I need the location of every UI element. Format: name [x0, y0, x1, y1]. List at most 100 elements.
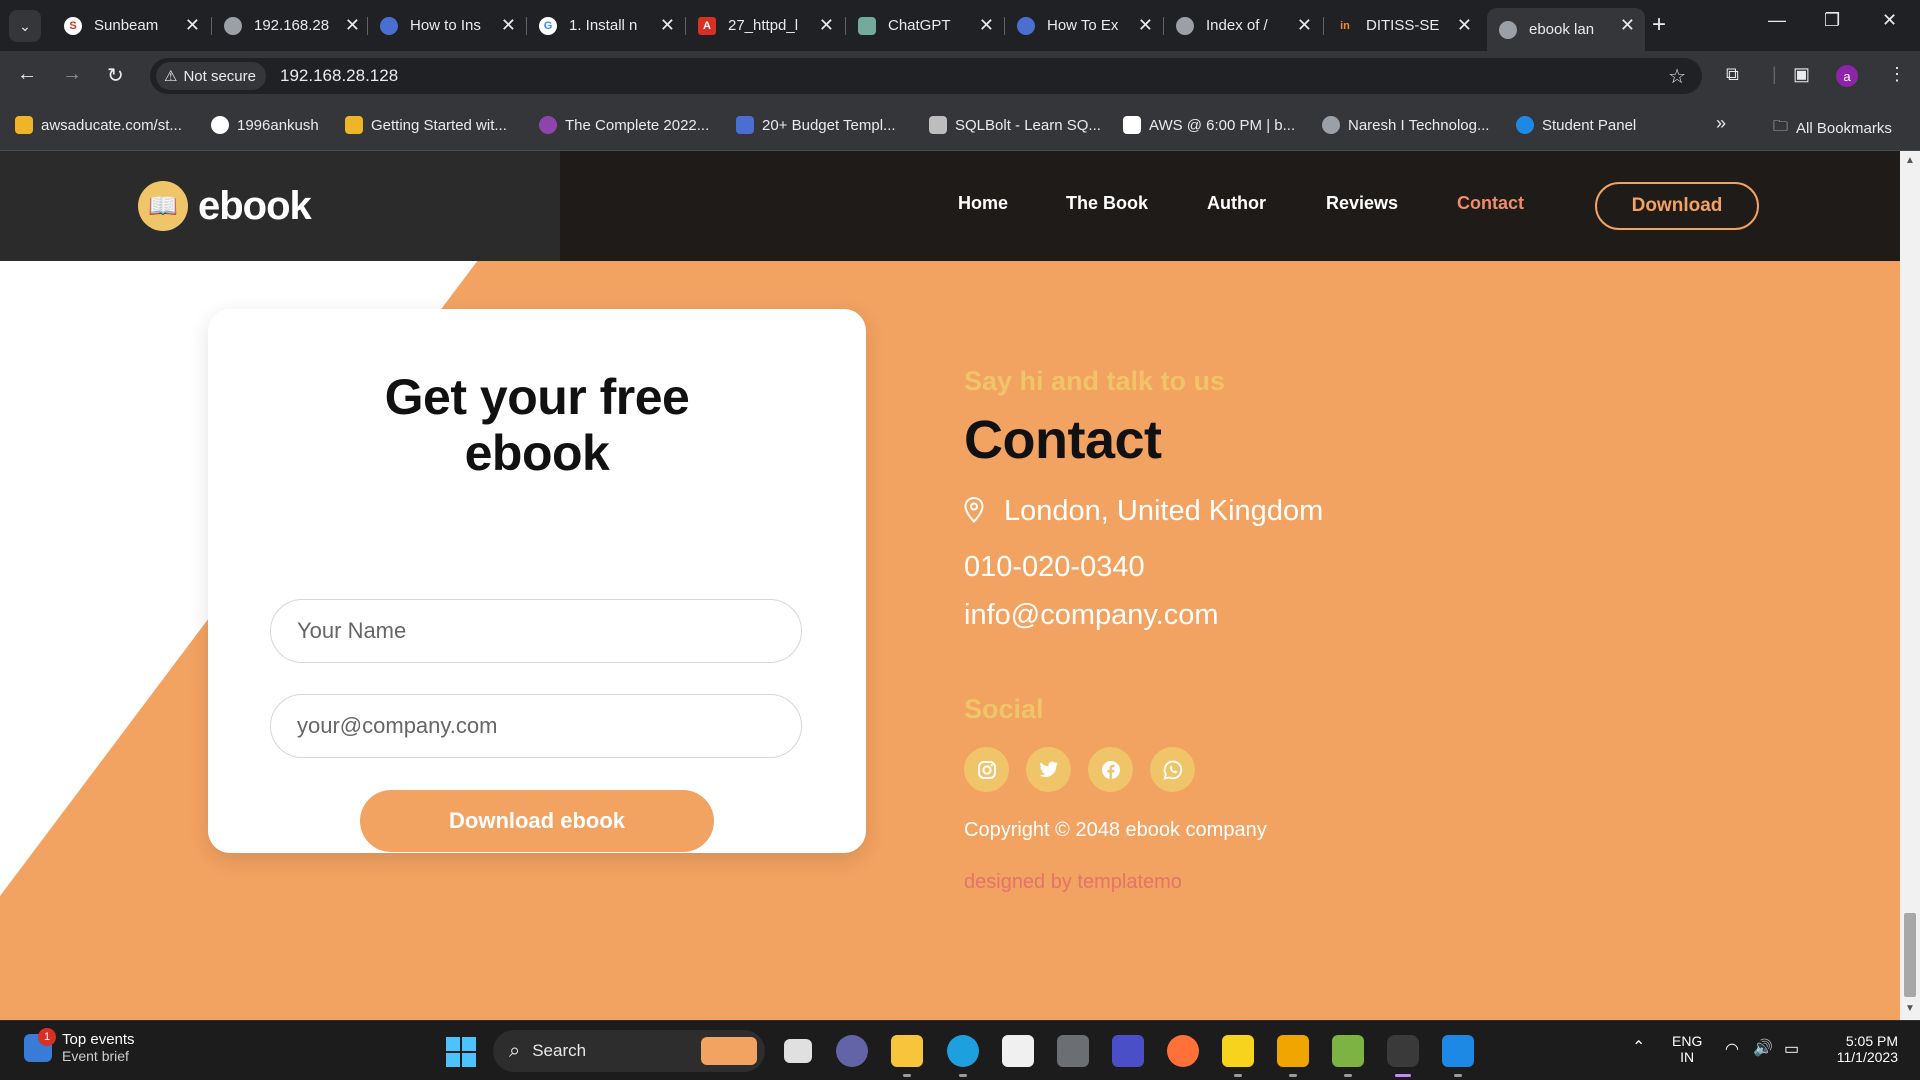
taskbar-search[interactable]: ⌕ Search [493, 1030, 765, 1072]
tab[interactable]: G 1. Install n ✕ [527, 8, 685, 43]
tab[interactable]: How To Ex ✕ [1005, 8, 1163, 43]
task-view-icon[interactable] [784, 1039, 812, 1063]
tab-search-button[interactable]: ⌄ [9, 10, 41, 42]
app-icon[interactable] [1332, 1035, 1364, 1067]
chrome-icon[interactable] [1387, 1035, 1419, 1067]
close-tab-icon[interactable]: ✕ [501, 15, 516, 36]
vscode-icon[interactable] [1442, 1035, 1474, 1067]
app-icon[interactable] [1277, 1035, 1309, 1067]
restore-icon[interactable]: ❐ [1824, 10, 1840, 31]
language-indicator[interactable]: ENG IN [1672, 1033, 1702, 1065]
close-tab-icon[interactable]: ✕ [1138, 15, 1153, 36]
nav-home[interactable]: Home [958, 193, 1008, 214]
forward-icon[interactable]: → [62, 63, 82, 86]
tab[interactable]: S Sunbeam ✕ [52, 8, 210, 43]
bookmarks-bar: awsaducate.com/st... 1996ankush Getting … [0, 101, 1920, 151]
url-text[interactable]: 192.168.28.128 [280, 66, 398, 86]
scroll-up-icon[interactable]: ▲ [1905, 155, 1915, 166]
new-tab-button[interactable]: + [1652, 11, 1666, 39]
tab-title: ebook lan [1529, 21, 1595, 38]
back-icon[interactable]: ← [17, 63, 37, 86]
close-tab-icon[interactable]: ✕ [979, 15, 994, 36]
contact-email[interactable]: info@company.com [964, 599, 1219, 632]
download-ebook-button[interactable]: Download ebook [360, 790, 714, 852]
whatsapp-icon[interactable] [1150, 747, 1195, 792]
all-bookmarks-button[interactable]: 🗀 All Bookmarks [1773, 116, 1892, 141]
reload-icon[interactable]: ↻ [107, 63, 124, 88]
volume-icon[interactable]: 🔊 [1753, 1038, 1773, 1058]
close-tab-icon[interactable]: ✕ [1620, 15, 1635, 36]
battery-icon[interactable]: ▭ [1784, 1039, 1799, 1059]
scroll-down-icon[interactable]: ▼ [1905, 1003, 1915, 1014]
bookmark-item[interactable]: SQLBolt - Learn SQ... [929, 116, 1101, 134]
bookmark-item[interactable]: AWS @ 6:00 PM | b... [1123, 116, 1295, 134]
language-code: ENG [1672, 1033, 1703, 1049]
bookmark-star-icon[interactable]: ☆ [1668, 64, 1686, 89]
edge-icon[interactable] [947, 1035, 979, 1067]
email-input[interactable] [270, 694, 802, 758]
facebook-icon[interactable] [1088, 747, 1133, 792]
bookmark-item[interactable]: 1996ankush [211, 116, 319, 134]
teams-icon[interactable] [836, 1035, 868, 1067]
store-icon[interactable] [1002, 1035, 1034, 1067]
site-logo[interactable]: 📖 ebook [138, 181, 312, 231]
name-input[interactable] [270, 599, 802, 663]
tab[interactable]: A 27_httpd_l ✕ [686, 8, 844, 43]
tab[interactable]: in DITISS-SE ✕ [1324, 8, 1482, 43]
download-button[interactable]: Download [1595, 182, 1759, 230]
bookmark-item[interactable]: Student Panel [1516, 116, 1636, 134]
bookmark-item[interactable]: Naresh I Technolog... [1322, 116, 1489, 134]
tab[interactable]: Index of / ✕ [1164, 8, 1322, 43]
tab[interactable]: ChatGPT ✕ [846, 8, 1004, 43]
close-window-icon[interactable]: ✕ [1882, 10, 1897, 31]
wifi-icon[interactable]: ◠ [1725, 1039, 1739, 1059]
firefox-icon[interactable] [1167, 1035, 1199, 1067]
side-panel-icon[interactable]: ▣ [1793, 64, 1810, 85]
instagram-icon[interactable] [964, 747, 1009, 792]
bookmark-item[interactable]: awsaducate.com/st... [15, 116, 182, 134]
chevron-up-icon[interactable]: ⌃ [1632, 1037, 1645, 1057]
more-bookmarks-button[interactable]: » [1716, 113, 1726, 134]
nav-author[interactable]: Author [1207, 193, 1266, 214]
sticky-notes-icon[interactable] [1222, 1035, 1254, 1067]
active-indicator [1395, 1074, 1411, 1077]
twitter-icon[interactable] [1026, 747, 1071, 792]
nav-reviews[interactable]: Reviews [1326, 193, 1398, 214]
minimize-icon[interactable]: — [1768, 10, 1786, 31]
extensions-icon[interactable]: ⧉ [1726, 64, 1739, 85]
nav-contact[interactable]: Contact [1457, 193, 1524, 214]
close-tab-icon[interactable]: ✕ [345, 15, 360, 36]
bookmark-item[interactable]: The Complete 2022... [539, 116, 709, 134]
site-info-button[interactable]: ⚠ Not secure [156, 62, 266, 90]
menu-icon[interactable]: ⋮ [1888, 64, 1906, 85]
close-tab-icon[interactable]: ✕ [185, 15, 200, 36]
page-scrollbar[interactable]: ▲ ▼ [1900, 151, 1920, 1020]
bookmark-label: The Complete 2022... [565, 116, 710, 134]
logo-text: ebook [198, 183, 312, 228]
clock-time: 5:05 PM [1845, 1033, 1898, 1049]
close-tab-icon[interactable]: ✕ [1297, 15, 1312, 36]
tab[interactable]: 192.168.28 ✕ [212, 8, 370, 43]
close-tab-icon[interactable]: ✕ [819, 15, 834, 36]
running-indicator [1344, 1074, 1352, 1077]
bookmark-label: 20+ Budget Templ... [762, 116, 896, 134]
close-tab-icon[interactable]: ✕ [1457, 15, 1472, 36]
tab-active[interactable]: ebook lan ✕ [1487, 8, 1645, 51]
nav-the-book[interactable]: The Book [1066, 193, 1148, 214]
profile-avatar[interactable]: a [1836, 65, 1858, 87]
close-tab-icon[interactable]: ✕ [660, 15, 675, 36]
scroll-thumb[interactable] [1904, 913, 1916, 997]
start-button[interactable] [446, 1037, 476, 1067]
designed-by-link[interactable]: designed by templatemo [964, 871, 1182, 894]
widgets-button[interactable]: 1 Top events Event brief [24, 1027, 135, 1064]
clock[interactable]: 5:05 PM 11/1/2023 [1820, 1033, 1898, 1065]
app-icon[interactable] [1057, 1035, 1089, 1067]
search-highlight-icon [701, 1037, 757, 1065]
address-bar[interactable]: ⚠ Not secure 192.168.28.128 ☆ [150, 58, 1702, 94]
bookmark-item[interactable]: 20+ Budget Templ... [736, 116, 896, 134]
file-explorer-icon[interactable] [891, 1035, 923, 1067]
contact-phone[interactable]: 010-020-0340 [964, 551, 1145, 584]
app-icon[interactable] [1112, 1035, 1144, 1067]
tab[interactable]: How to Ins ✕ [368, 8, 526, 43]
bookmark-item[interactable]: Getting Started wit... [345, 116, 507, 134]
